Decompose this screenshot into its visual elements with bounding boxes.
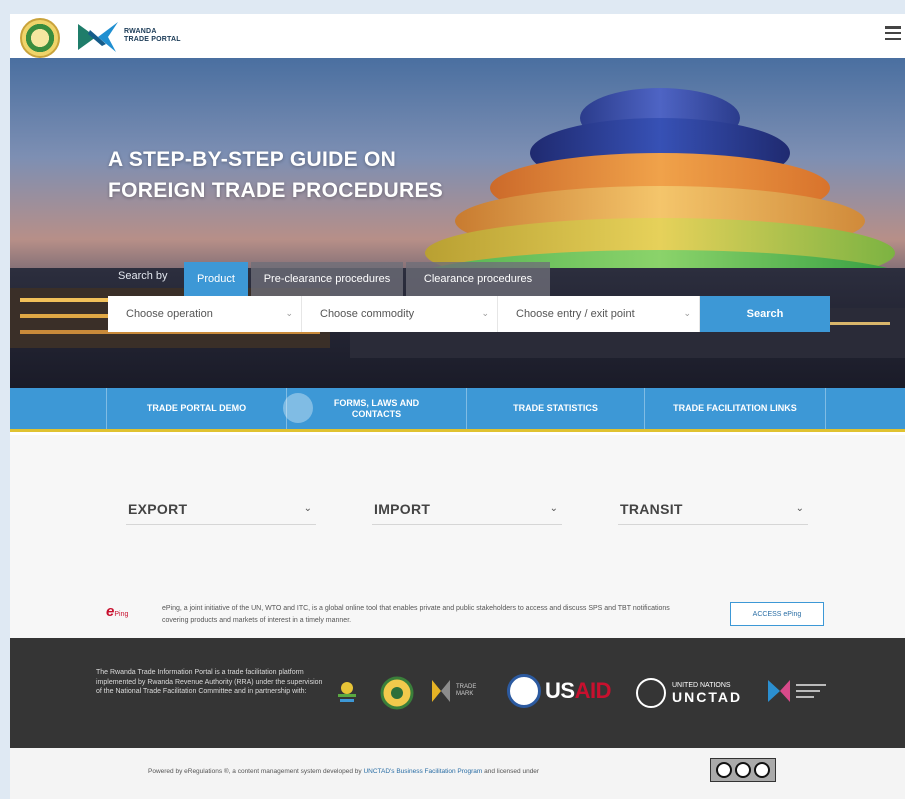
usaid-logo[interactable]: US AID	[507, 674, 611, 708]
powered-suffix: and licensed under	[484, 768, 540, 775]
hero-title-line2: FOREIGN TRADE PROCEDURES	[108, 179, 444, 202]
operation-select-label: Choose operation	[126, 308, 213, 320]
trade-facilitation-links-link[interactable]: TRADE FACILITATION LINKS	[644, 388, 826, 429]
trade-portal-logo-icon[interactable]	[76, 20, 120, 54]
tab-product[interactable]: Product	[184, 262, 248, 296]
footer-about-text: The Rwanda Trade Information Portal is a…	[96, 669, 323, 695]
chevron-down-icon: ⌄	[795, 503, 804, 514]
eping-logo[interactable]: ePing	[106, 603, 146, 623]
itc-logo-icon[interactable]	[766, 676, 830, 706]
usaid-us-label: US	[545, 678, 575, 703]
unctad-text: UNITED NATIONS UNCTAD	[672, 682, 742, 705]
unctad-logo[interactable]: UNITED NATIONS UNCTAD	[636, 678, 742, 708]
trade-statistics-link[interactable]: TRADE STATISTICS	[466, 388, 644, 429]
tab-pre-clearance[interactable]: Pre-clearance procedures	[251, 262, 403, 296]
entry-exit-select[interactable]: Choose entry / exit point ⌄	[498, 296, 700, 332]
un-line1: UNITED NATIONS	[672, 681, 731, 689]
commodity-select-label: Choose commodity	[320, 308, 415, 320]
sa-icon	[754, 762, 771, 778]
creative-commons-icon[interactable]	[710, 758, 776, 782]
un-line2: UNCTAD	[672, 688, 743, 705]
chevron-down-icon: ⌄	[481, 308, 489, 318]
import-dropdown[interactable]: IMPORT ⌄	[372, 497, 562, 525]
usaid-seal-icon	[507, 674, 541, 708]
operation-select[interactable]: Choose operation ⌄	[108, 296, 302, 332]
bfp-link[interactable]: UNCTAD's Business Facilitation Program	[363, 768, 482, 775]
logo-line1: RWANDA	[124, 28, 157, 35]
cc-icon	[715, 762, 732, 778]
entry-exit-select-label: Choose entry / exit point	[516, 308, 635, 320]
logo-text: RWANDA TRADE PORTAL	[124, 28, 181, 44]
rwanda-partner-logo-icon[interactable]	[332, 676, 362, 706]
export-dropdown[interactable]: EXPORT ⌄	[126, 497, 316, 525]
chevron-down-icon: ⌄	[285, 308, 293, 318]
eac-logo-icon[interactable]	[380, 676, 414, 710]
quick-links-bar: TRADE PORTAL DEMO FORMS, LAWS AND CONTAC…	[10, 388, 905, 432]
by-icon	[734, 762, 751, 778]
chevron-down-icon: ⌄	[683, 308, 691, 318]
hero-title-line1: A STEP-BY-STEP GUIDE ON	[108, 148, 397, 171]
commodity-select[interactable]: Choose commodity ⌄	[302, 296, 498, 332]
trademark-icon	[432, 680, 450, 702]
trade-portal-demo-link[interactable]: TRADE PORTAL DEMO	[106, 388, 313, 429]
chevron-down-icon: ⌄	[303, 503, 312, 514]
transit-dropdown[interactable]: TRANSIT ⌄	[618, 497, 808, 525]
hero-banner: A STEP-BY-STEP GUIDE ON FOREIGN TRADE PR…	[10, 58, 905, 388]
powered-prefix: Powered by eRegulations ®, a content man…	[148, 768, 362, 775]
eping-logo-text: Ping	[114, 611, 129, 618]
rwanda-emblem-icon[interactable]	[20, 18, 60, 58]
eping-description: ePing, a joint initiative of the UN, WTO…	[162, 605, 670, 624]
trademark-logo[interactable]: TRADE MARK	[430, 678, 486, 704]
top-bar: RWANDA TRADE PORTAL	[10, 14, 905, 58]
tab-clearance[interactable]: Clearance procedures	[406, 262, 550, 296]
logo-line2: TRADE PORTAL	[124, 36, 181, 43]
search-by-label: Search by	[118, 270, 168, 282]
usaid-aid-label: AID	[574, 678, 612, 703]
access-eping-button[interactable]: ACCESS ePing	[730, 602, 824, 626]
powered-by-text: Powered by eRegulations ®, a content man…	[148, 768, 539, 775]
transit-label: TRANSIT	[620, 501, 683, 517]
menu-icon[interactable]	[885, 26, 901, 40]
main-content: EXPORT ⌄ IMPORT ⌄ TRANSIT ⌄ ePing ePing,…	[10, 435, 905, 638]
trade-portal-demo-label: TRADE PORTAL DEMO	[146, 403, 247, 413]
page: RWANDA TRADE PORTAL A STEP-BY-STEP GUIDE…	[10, 14, 905, 799]
forms-laws-contacts-link[interactable]: FORMS, LAWS AND CONTACTS	[286, 388, 466, 429]
trademark-label: TRADE MARK	[456, 684, 477, 697]
chevron-down-icon: ⌄	[549, 503, 558, 514]
hero-title: A STEP-BY-STEP GUIDE ON FOREIGN TRADE PR…	[108, 144, 443, 206]
un-globe-icon	[636, 678, 666, 708]
search-button[interactable]: Search	[700, 296, 830, 332]
bottom-bar: Powered by eRegulations ®, a content man…	[10, 748, 905, 799]
import-label: IMPORT	[374, 501, 431, 517]
export-label: EXPORT	[128, 501, 188, 517]
footer: The Rwanda Trade Information Portal is a…	[10, 638, 905, 748]
